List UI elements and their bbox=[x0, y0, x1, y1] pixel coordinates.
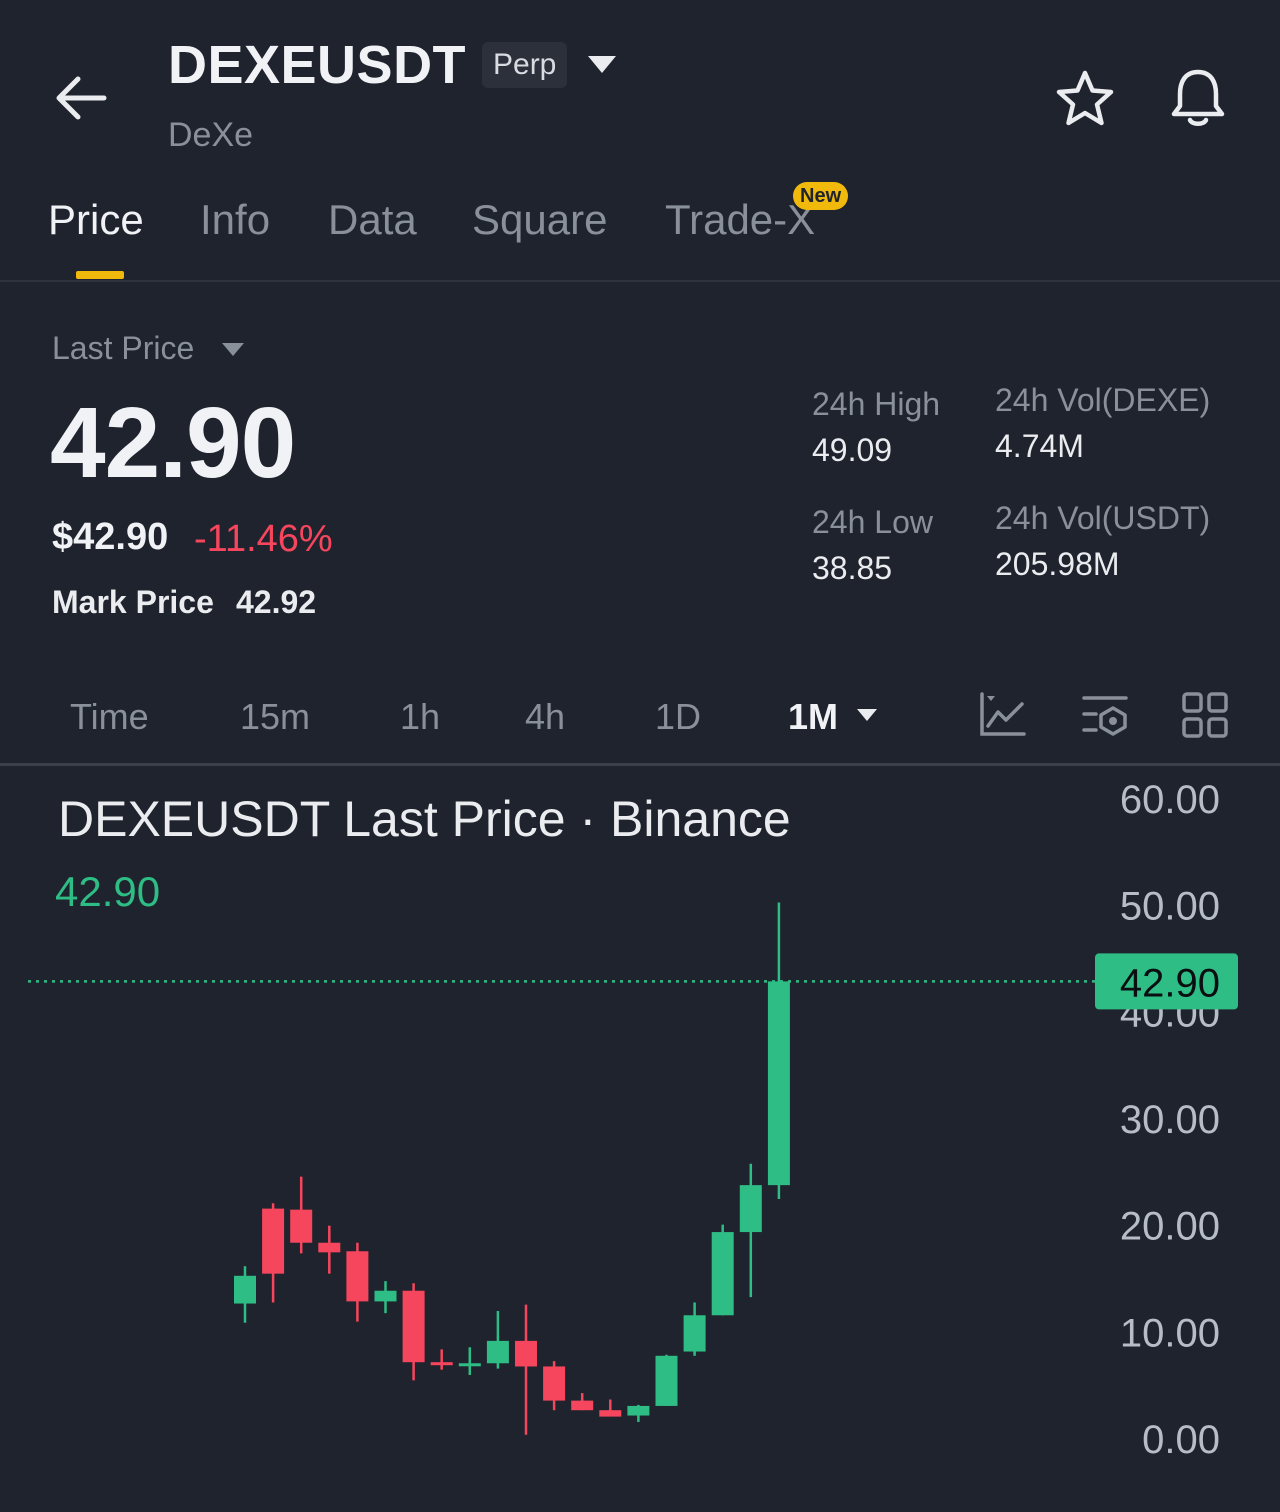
candle-body[interactable] bbox=[711, 1232, 734, 1316]
tabs-divider bbox=[0, 280, 1280, 282]
interval-15m[interactable]: 15m bbox=[240, 696, 310, 738]
new-badge: New bbox=[793, 182, 849, 210]
candle-body[interactable] bbox=[374, 1290, 397, 1302]
candlestick-chart[interactable]: 0.0010.0020.0030.0040.0050.0060.00 42.90 bbox=[0, 766, 1280, 1512]
last-price-value: 42.90 bbox=[50, 387, 296, 499]
candle-body[interactable] bbox=[599, 1410, 622, 1417]
mark-price-label: Mark Price bbox=[52, 584, 214, 620]
vol-dexe-value: 4.74M bbox=[995, 428, 1084, 464]
back-arrow-icon[interactable] bbox=[48, 64, 116, 132]
y-tick-label: 30.00 bbox=[1120, 1098, 1220, 1142]
y-tick-label: 20.00 bbox=[1120, 1205, 1220, 1249]
caret-down-icon[interactable] bbox=[585, 52, 619, 76]
indicator-chart-icon[interactable] bbox=[978, 690, 1028, 740]
symbol-title[interactable]: DEXEUSDT bbox=[168, 34, 466, 96]
chart-settings-icon[interactable] bbox=[1080, 690, 1130, 740]
vol-dexe-label: 24h Vol(DEXE) bbox=[995, 382, 1211, 418]
candle-body[interactable] bbox=[346, 1251, 369, 1302]
candle-body[interactable] bbox=[290, 1209, 313, 1243]
low-24h-value: 38.85 bbox=[812, 550, 893, 586]
candle-body[interactable] bbox=[486, 1340, 509, 1364]
candle-body[interactable] bbox=[318, 1242, 341, 1253]
interval-1m[interactable]: 1M bbox=[788, 696, 838, 738]
asset-name: DeXe bbox=[168, 116, 254, 154]
tab-price[interactable]: Price bbox=[48, 196, 144, 244]
vol-usdt-label: 24h Vol(USDT) bbox=[995, 500, 1211, 536]
y-tick-label: 0.00 bbox=[1142, 1418, 1220, 1462]
candle-body[interactable] bbox=[767, 981, 790, 1186]
high-24h-label: 24h High bbox=[812, 386, 941, 422]
interval-1h[interactable]: 1h bbox=[400, 696, 440, 738]
tab-info[interactable]: Info bbox=[200, 196, 270, 244]
price-tag-label: 42.90 bbox=[1120, 961, 1220, 1005]
candle-body[interactable] bbox=[739, 1185, 762, 1233]
chart-title: DEXEUSDT Last Price · Binance bbox=[58, 791, 791, 847]
high-24h-value: 49.09 bbox=[812, 432, 893, 468]
interval-1d[interactable]: 1D bbox=[655, 696, 701, 738]
caret-down-icon[interactable] bbox=[220, 340, 246, 358]
interval-time[interactable]: Time bbox=[70, 696, 149, 738]
interval-4h[interactable]: 4h bbox=[525, 696, 565, 738]
chart-last-value: 42.90 bbox=[55, 868, 161, 915]
grid-layout-icon[interactable] bbox=[1180, 690, 1230, 740]
active-tab-indicator bbox=[76, 271, 124, 279]
candle-body[interactable] bbox=[571, 1400, 594, 1411]
mark-price-value: 42.92 bbox=[236, 584, 317, 620]
candle-body[interactable] bbox=[627, 1405, 650, 1416]
perp-badge: Perp bbox=[482, 42, 568, 88]
candle-body[interactable] bbox=[234, 1275, 256, 1304]
candle-body[interactable] bbox=[458, 1363, 481, 1367]
candle-body[interactable] bbox=[655, 1355, 678, 1406]
candle-body[interactable] bbox=[262, 1208, 285, 1274]
price-change-percent: -11.46% bbox=[194, 518, 333, 560]
price-type-selector[interactable]: Last Price bbox=[52, 330, 194, 367]
candle-body[interactable] bbox=[402, 1290, 425, 1363]
tab-square[interactable]: Square bbox=[472, 196, 607, 244]
vol-usdt-value: 205.98M bbox=[995, 546, 1120, 582]
candle-body[interactable] bbox=[543, 1366, 566, 1401]
y-tick-label: 50.00 bbox=[1120, 885, 1220, 929]
y-tick-label: 10.00 bbox=[1120, 1311, 1220, 1355]
candle-body[interactable] bbox=[430, 1362, 453, 1366]
y-tick-label: 60.00 bbox=[1120, 778, 1220, 822]
tab-trade-x[interactable]: Trade-X bbox=[665, 196, 815, 244]
low-24h-label: 24h Low bbox=[812, 504, 933, 540]
bell-icon[interactable] bbox=[1166, 66, 1230, 130]
usd-price: $42.90 bbox=[52, 516, 169, 558]
star-icon[interactable] bbox=[1054, 68, 1116, 130]
candle-body[interactable] bbox=[515, 1340, 537, 1367]
tab-data[interactable]: Data bbox=[328, 196, 417, 244]
caret-down-icon[interactable] bbox=[855, 707, 879, 723]
candle-body[interactable] bbox=[683, 1315, 706, 1352]
